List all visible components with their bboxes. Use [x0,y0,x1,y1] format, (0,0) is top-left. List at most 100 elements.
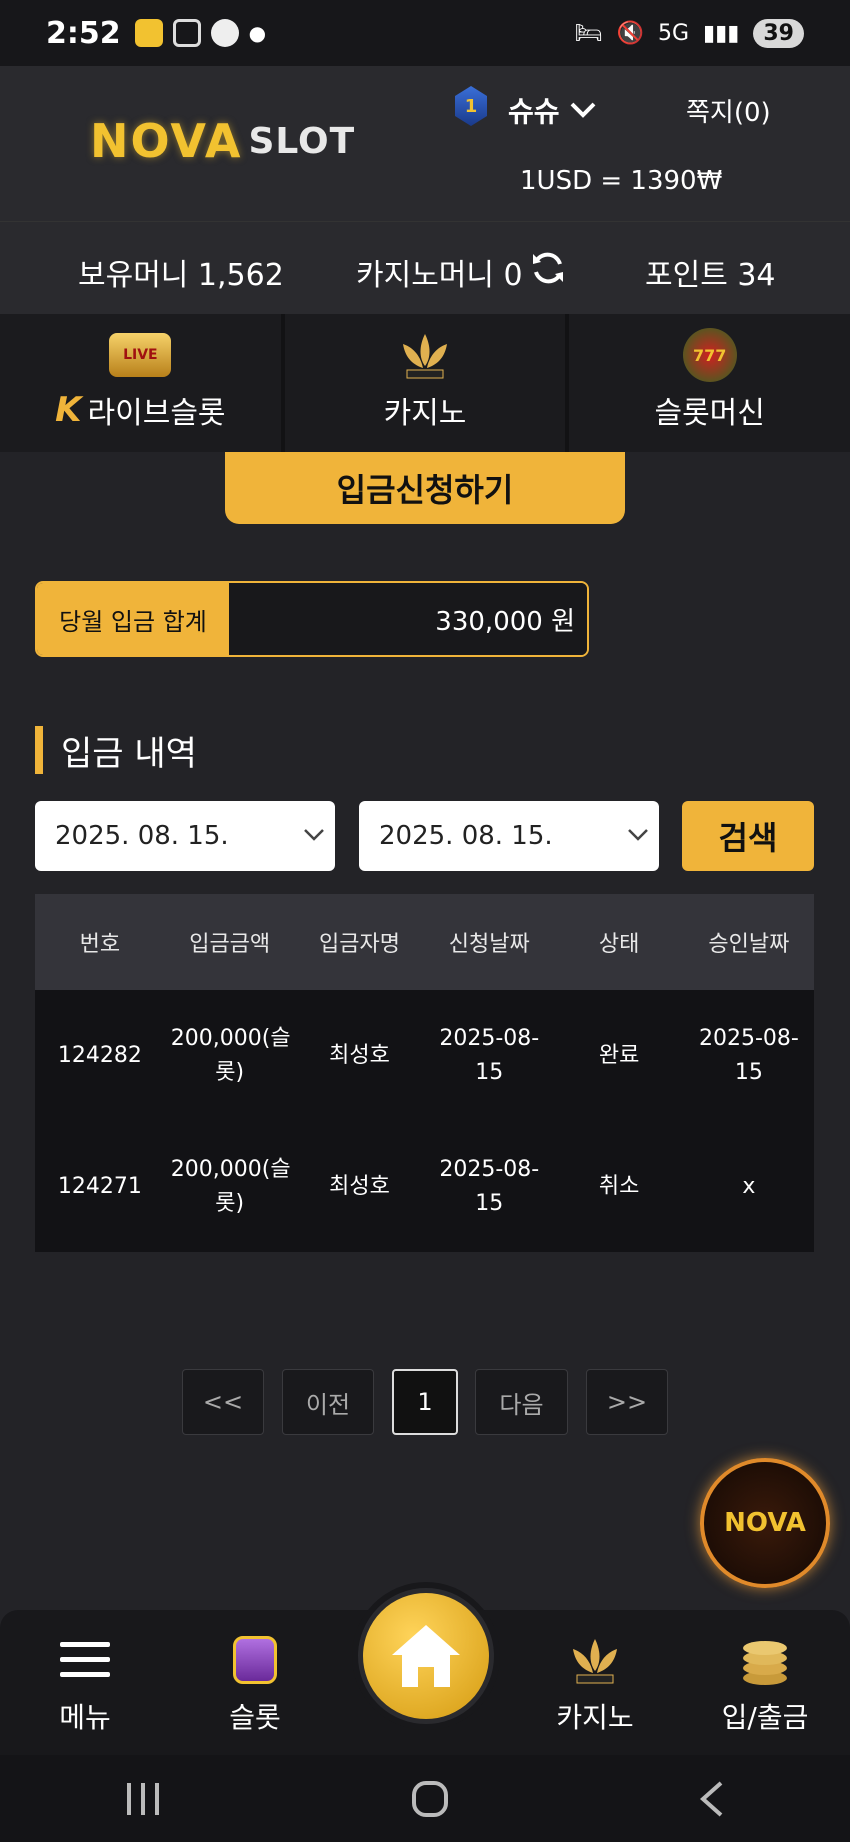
category-casino[interactable]: 카지노 [284,314,566,452]
category-label: 슬롯머신 [654,396,765,431]
bed-icon: 🛏 [574,20,603,46]
home-system-icon[interactable] [410,1779,450,1819]
nav-slot[interactable]: 슬롯 [170,1620,340,1750]
logo-nova-text: NOVA [90,114,243,168]
k-brand-icon: K [55,390,82,430]
fab-logo-text: NOVA [724,1508,806,1538]
table-cell: x [742,1173,756,1199]
messages-link[interactable]: 쪽지(0) [686,92,771,129]
network-label: 5G [658,20,690,46]
table-cell: 2025-08-15 [439,1156,540,1216]
table-row: 124271 200,000(슬롯) 최성호 2025-08-15 취소 x [35,1121,814,1252]
table-cell: 취소 [598,1173,640,1199]
table-body: 124282 200,000(슬롯) 최성호 2025-08-15 완료 202… [35,990,814,1252]
nav-casino[interactable]: 카지노 [510,1620,680,1750]
home-icon [392,1625,460,1687]
notification-icons: ● [134,19,267,47]
category-tabs: LIVE K 라이브슬롯 카지노 777 슬롯머신 [0,314,850,452]
nav-label: 입/출금 [721,1701,809,1734]
table-cell: 완료 [598,1042,640,1068]
table-cell: 2025-08-15 [439,1025,540,1085]
table-cell: 200,000(슬롯) [170,1025,291,1085]
app-notification-icon [134,19,163,47]
column-header: 번호 [79,932,121,957]
column-header: 승인날짜 [708,932,790,957]
title-accent-bar [35,726,43,774]
nav-label: 메뉴 [59,1701,111,1734]
pagination-current-page[interactable]: 1 [392,1369,458,1435]
chat-bubble-icon [210,19,239,47]
battery-badge: 39 [753,18,804,48]
hamburger-icon [60,1630,110,1690]
table-cell: 최성호 [329,1173,390,1199]
deposit-request-button[interactable]: 입금신청하기 [225,452,625,524]
history-section-title: 입금 내역 [35,726,197,774]
slot-machine-icon [233,1630,277,1690]
category-slot-machine[interactable]: 777 슬롯머신 [569,314,850,452]
table-row: 124282 200,000(슬롯) 최성호 2025-08-15 완료 202… [35,990,814,1121]
dot-icon: ● [248,21,267,45]
rank-badge-icon: 1 [455,86,487,126]
column-header: 신청날짜 [448,932,530,957]
category-label: 카지노 [383,396,467,431]
monthly-deposit-total: 당월 입금 합계 330,000 원 [35,581,589,657]
k-slot-lotus-icon [563,1630,627,1690]
nav-label: 슬롯 [229,1701,281,1734]
nav-deposit-withdraw[interactable]: 입/출금 [680,1620,850,1750]
table-cell: 200,000(슬롯) [170,1156,291,1216]
pagination-first[interactable]: << [182,1369,264,1435]
mute-icon: 🔇 [616,20,644,46]
history-title: 입금 내역 [61,733,197,774]
username-label: 슈슈 [508,95,560,128]
table-cell: 124271 [57,1173,142,1199]
site-header: NOVA SLOT 1 슈슈 쪽지(0) 1USD = 1390₩ [0,66,850,221]
site-logo[interactable]: NOVA SLOT [90,114,355,168]
nav-label: 카지노 [556,1701,634,1734]
date-from-select[interactable]: 2025. 08. 15. [35,801,335,871]
signal-icon: ▮▮▮ [703,20,740,46]
refresh-icon[interactable] [530,250,566,286]
user-dropdown[interactable]: 슈슈 [508,90,596,130]
nova-floating-button[interactable]: NOVA [700,1458,830,1588]
date-to-select[interactable]: 2025. 08. 15. [359,801,659,871]
deposit-history-table: 번호 입금금액 입금자명 신청날짜 상태 승인날짜 124282 200,000… [35,894,814,1252]
back-icon[interactable] [697,1779,727,1819]
status-time: 2:52 [46,15,121,51]
table-header: 번호 입금금액 입금자명 신청날짜 상태 승인날짜 [35,894,814,990]
date-to-value: 2025. 08. 15. [379,821,553,851]
chevron-down-icon [304,829,324,841]
system-icons: 🛏 🔇 5G ▮▮▮ 39 [574,18,804,48]
recent-apps-icon[interactable] [123,1781,163,1817]
chevron-down-icon [628,829,648,841]
status-bar: 2:52 ● 🛏 🔇 5G ▮▮▮ 39 [0,0,850,66]
k-slot-lotus-icon [393,330,457,380]
table-cell: 124282 [57,1042,142,1068]
search-button[interactable]: 검색 [682,801,814,871]
cash-balance: 보유머니 1,562 [78,258,284,293]
column-header: 입금자명 [319,932,400,957]
monthly-total-label: 당월 입금 합계 [37,583,229,655]
table-cell: 2025-08-15 [698,1025,799,1085]
system-navigation-bar [0,1755,850,1842]
column-header: 상태 [598,932,640,957]
nav-home-button[interactable] [358,1588,494,1724]
category-label: 라이브슬롯 [87,396,226,431]
casino-balance: 카지노머니 0 [356,258,523,293]
nav-menu[interactable]: 메뉴 [0,1620,170,1750]
monthly-total-value: 330,000 원 [229,583,587,655]
pagination-last[interactable]: >> [586,1369,668,1435]
screenshot-icon [172,19,201,47]
points-balance: 포인트 34 [645,258,776,293]
pagination-prev[interactable]: 이전 [282,1369,374,1435]
category-live-slot[interactable]: LIVE K 라이브슬롯 [0,314,281,452]
coins-icon [737,1630,793,1690]
date-from-value: 2025. 08. 15. [55,821,229,851]
table-cell: 최성호 [329,1042,390,1068]
exchange-rate: 1USD = 1390₩ [520,166,723,196]
pagination-next[interactable]: 다음 [475,1369,568,1435]
logo-slot-text: SLOT [248,120,356,162]
live-slot-icon: LIVE [108,330,172,380]
balance-bar: 보유머니 1,562 카지노머니 0 포인트 34 [0,221,850,314]
column-header: 입금금액 [189,932,271,957]
777-slots-icon: 777 [678,328,742,382]
